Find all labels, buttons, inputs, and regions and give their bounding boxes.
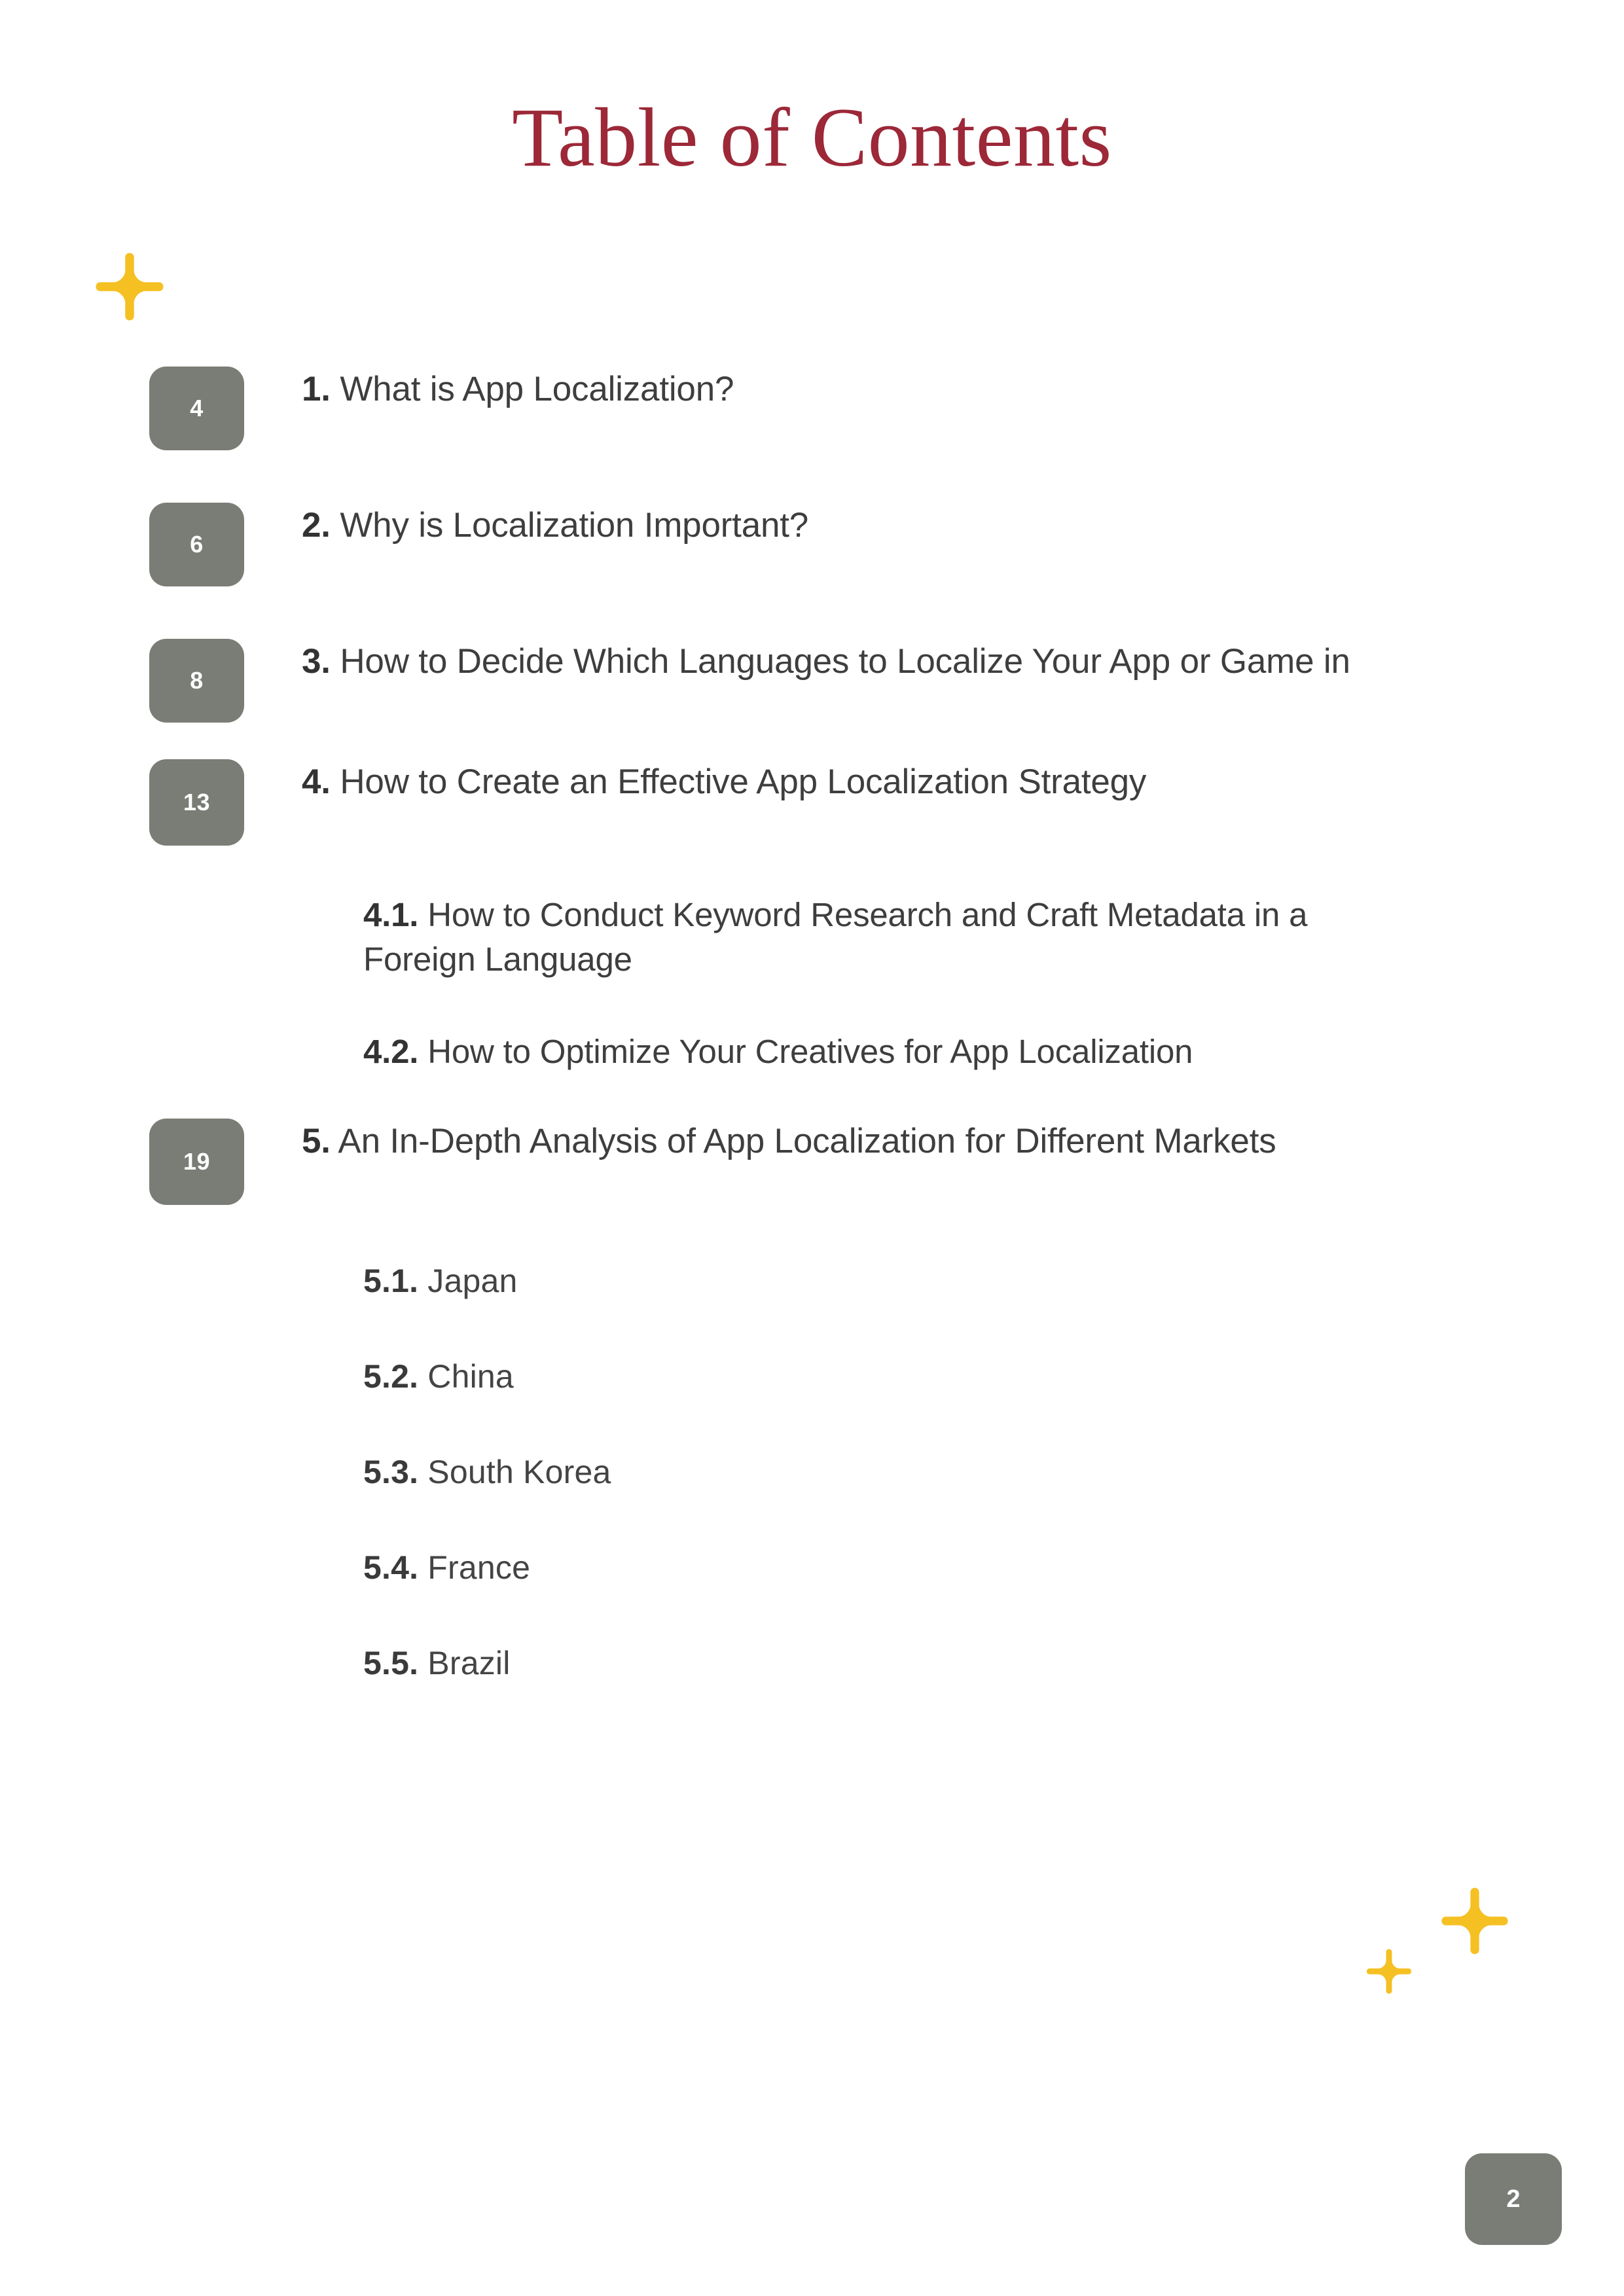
toc-subentry-title: China <box>427 1357 514 1395</box>
toc-subentry-number: 4.2. <box>363 1032 419 1070</box>
toc-list: 4 1. What is App Localization? 6 2. Why … <box>0 367 1624 1683</box>
toc-entry-2[interactable]: 6 2. Why is Localization Important? <box>0 503 1624 586</box>
toc-subentry-5-5[interactable]: 5.5. Brazil <box>0 1643 1624 1683</box>
toc-subentry-number: 5.4. <box>363 1549 419 1586</box>
toc-subentry-5-2[interactable]: 5.2. China <box>0 1357 1624 1396</box>
toc-subentry-title: France <box>427 1549 531 1586</box>
toc-entry-label: 5. An In-Depth Analysis of App Localizat… <box>302 1119 1624 1164</box>
toc-entry-number: 3. <box>302 642 331 681</box>
toc-entry-title: How to Decide Which Languages to Localiz… <box>340 642 1350 681</box>
page-title: Table of Contents <box>512 91 1112 184</box>
toc-subentry-number: 5.2. <box>363 1357 419 1395</box>
toc-subentry-4-1[interactable]: 4.1. How to Conduct Keyword Research and… <box>0 893 1624 982</box>
toc-subentry-title: Japan <box>427 1262 518 1299</box>
sparkle-icon <box>93 250 166 323</box>
toc-subentry-number: 5.1. <box>363 1262 419 1299</box>
toc-entry-label: 1. What is App Localization? <box>302 367 1624 412</box>
toc-entry-number: 5. <box>302 1121 331 1160</box>
toc-subentry-title: Brazil <box>427 1644 511 1681</box>
toc-entry-number: 4. <box>302 762 331 801</box>
toc-subentry-5-1[interactable]: 5.1. Japan <box>0 1261 1624 1300</box>
footer-page-number: 2 <box>1465 2153 1562 2245</box>
toc-subentry-number: 5.5. <box>363 1644 419 1681</box>
toc-subentry-5-3[interactable]: 5.3. South Korea <box>0 1452 1624 1492</box>
toc-subentry-title: How to Optimize Your Creatives for App L… <box>427 1032 1193 1070</box>
toc-entry-label: 3. How to Decide Which Languages to Loca… <box>302 639 1624 685</box>
page-badge[interactable]: 4 <box>149 367 244 450</box>
toc-page: Table of Contents 4 1. What is App Local… <box>0 0 1624 2296</box>
toc-entry-number: 1. <box>302 370 331 408</box>
toc-entry-title: How to Create an Effective App Localizat… <box>340 762 1147 801</box>
toc-entry-1[interactable]: 4 1. What is App Localization? <box>0 367 1624 450</box>
page-badge[interactable]: 8 <box>149 639 244 723</box>
toc-entry-title: Why is Localization Important? <box>340 506 809 545</box>
toc-entry-title: An In-Depth Analysis of App Localization… <box>338 1121 1276 1160</box>
toc-entry-number: 2. <box>302 506 331 545</box>
sparkle-icon <box>1365 1947 1413 1996</box>
toc-entry-label: 2. Why is Localization Important? <box>302 503 1624 548</box>
sparkle-icon <box>1439 1885 1511 1957</box>
page-badge[interactable]: 19 <box>149 1118 244 1205</box>
page-badge[interactable]: 6 <box>149 503 244 586</box>
toc-subentry-5-4[interactable]: 5.4. France <box>0 1548 1624 1587</box>
toc-entry-3[interactable]: 8 3. How to Decide Which Languages to Lo… <box>0 639 1624 723</box>
toc-subentry-title: South Korea <box>427 1453 611 1490</box>
toc-entry-title: What is App Localization? <box>340 370 734 408</box>
toc-subentry-title: How to Conduct Keyword Research and Craf… <box>363 896 1308 978</box>
toc-subentry-4-2[interactable]: 4.2. How to Optimize Your Creatives for … <box>0 1030 1624 1074</box>
toc-entry-4[interactable]: 13 4. How to Create an Effective App Loc… <box>0 759 1624 846</box>
toc-entry-label: 4. How to Create an Effective App Locali… <box>302 759 1624 805</box>
page-badge[interactable]: 13 <box>149 759 244 846</box>
toc-entry-5[interactable]: 19 5. An In-Depth Analysis of App Locali… <box>0 1118 1624 1205</box>
toc-subentry-number: 5.3. <box>363 1453 419 1490</box>
toc-subentry-number: 4.1. <box>363 896 419 933</box>
